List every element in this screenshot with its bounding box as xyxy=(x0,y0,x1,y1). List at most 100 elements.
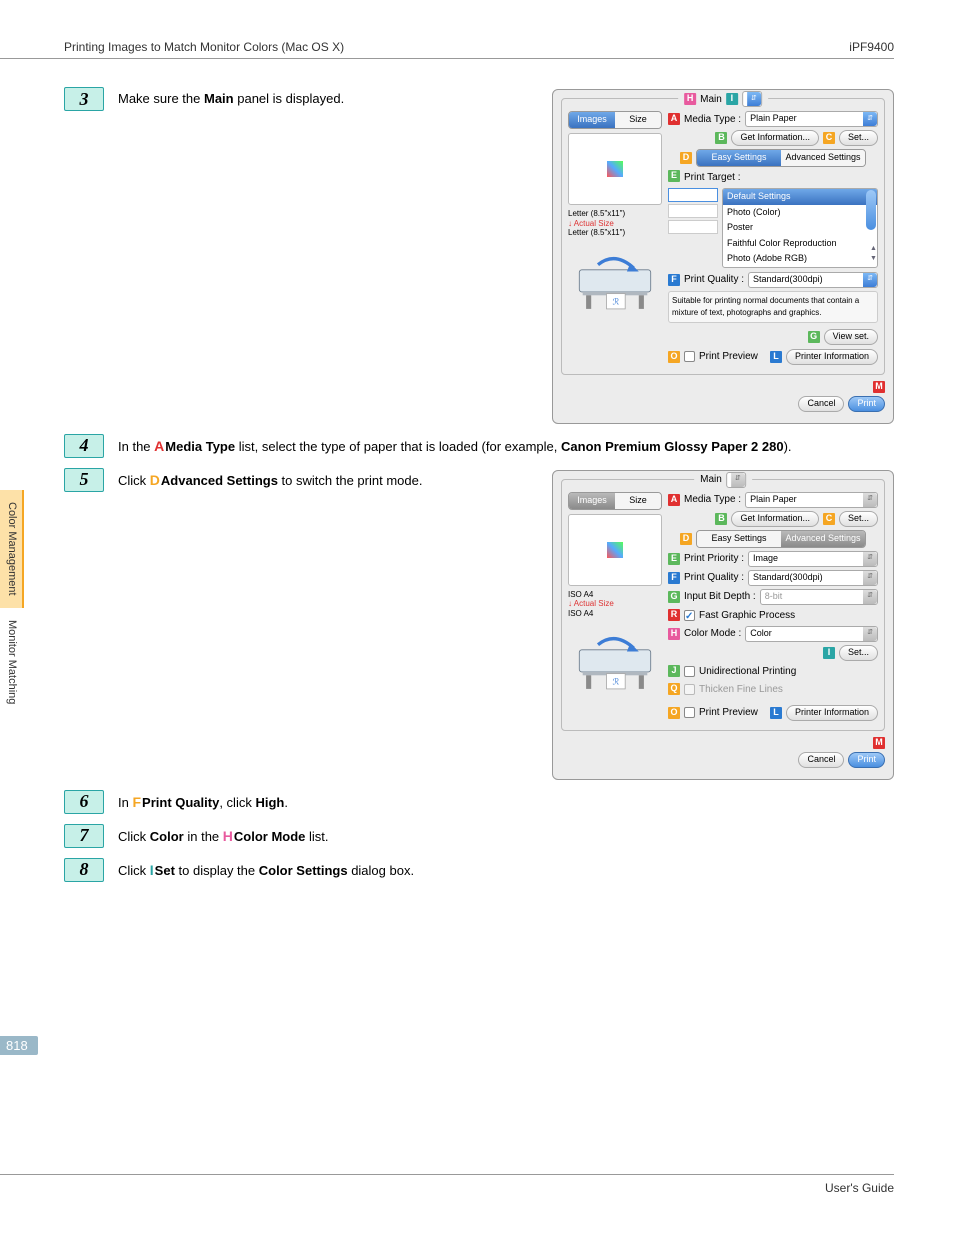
footer-text: User's Guide xyxy=(825,1181,894,1195)
callout-B2: B xyxy=(715,513,727,525)
view-set-button[interactable]: View set. xyxy=(824,329,878,345)
panel-select-2[interactable]: ⇵ xyxy=(726,472,746,488)
callout-M: M xyxy=(873,381,885,393)
callout-H: H xyxy=(684,93,696,105)
callout-C: C xyxy=(823,132,835,144)
side-tab-monitor-matching[interactable]: Monitor Matching xyxy=(0,608,24,716)
scrollbar-thumb[interactable] xyxy=(866,190,876,230)
step-3-text: Make sure the Main panel is displayed. xyxy=(118,89,538,109)
tab-images[interactable]: Images xyxy=(569,112,615,128)
page-number: 818 xyxy=(0,1036,38,1055)
unidirectional-checkbox[interactable] xyxy=(684,666,695,677)
callout-I: I xyxy=(726,93,738,105)
callout-A: A xyxy=(668,113,680,125)
set-button-2[interactable]: Set... xyxy=(839,511,878,527)
step-number-8: 8 xyxy=(64,858,104,882)
step-8: 8 Click ISet to display the Color Settin… xyxy=(64,858,894,882)
step-number-6: 6 xyxy=(64,790,104,814)
screenshot-main-easy: H Main I ⇵ Images Size xyxy=(552,89,894,424)
step-7-text: Click Color in the HColor Mode list. xyxy=(118,824,894,847)
callout-O: O xyxy=(668,351,680,363)
tab-advanced-settings[interactable]: Advanced Settings xyxy=(781,150,865,166)
side-tabs: Color Management Monitor Matching xyxy=(0,490,24,716)
callout-G: G xyxy=(808,331,820,343)
page-thumbnail-2 xyxy=(568,514,662,586)
step-3: 3 Make sure the Main panel is displayed.… xyxy=(64,87,894,424)
print-preview-label: Print Preview xyxy=(699,349,758,364)
step-number-7: 7 xyxy=(64,824,104,848)
callout-B: B xyxy=(715,132,727,144)
callout-R: R xyxy=(668,609,680,621)
print-quality-label-2: Print Quality : xyxy=(684,570,744,585)
side-tab-color-management[interactable]: Color Management xyxy=(0,490,24,608)
callout-F: F xyxy=(668,274,680,286)
print-preview-label-2: Print Preview xyxy=(699,705,758,720)
callout-O2: O xyxy=(668,707,680,719)
panel-title: Main xyxy=(700,92,722,107)
quality-hint: Suitable for printing normal documents t… xyxy=(668,291,878,323)
tab-size-2[interactable]: Size xyxy=(615,493,661,509)
input-bit-depth-select[interactable]: 8-bit⇵ xyxy=(760,589,878,605)
step-5-text: Click DAdvanced Settings to switch the p… xyxy=(118,470,538,491)
unidirectional-label: Unidirectional Printing xyxy=(699,664,796,679)
callout-H2: H xyxy=(668,628,680,640)
tab-easy-settings-2[interactable]: Easy Settings xyxy=(697,531,781,547)
callout-F2: F xyxy=(668,572,680,584)
print-quality-select-2[interactable]: Standard(300dpi)⇵ xyxy=(748,570,878,586)
cancel-button-2[interactable]: Cancel xyxy=(798,752,844,768)
callout-G2: G xyxy=(668,591,680,603)
tab-images-2[interactable]: Images xyxy=(569,493,615,509)
print-button-2[interactable]: Print xyxy=(848,752,885,768)
panel-title-2: Main xyxy=(700,472,722,487)
color-mode-select[interactable]: Color⇵ xyxy=(745,626,878,642)
step-number-4: 4 xyxy=(64,434,104,458)
print-quality-select[interactable]: Standard(300dpi)⇵ xyxy=(748,272,878,288)
callout-C2: C xyxy=(823,513,835,525)
set-button[interactable]: Set... xyxy=(839,130,878,146)
callout-I2: I xyxy=(823,647,835,659)
print-priority-label: Print Priority : xyxy=(684,551,744,566)
page-footer: User's Guide xyxy=(0,1174,894,1195)
printer-illustration: ℛ xyxy=(570,246,660,314)
tab-images-size-2[interactable]: Images Size xyxy=(568,492,662,510)
thicken-checkbox xyxy=(684,684,695,695)
fast-graphic-label: Fast Graphic Process xyxy=(699,608,795,623)
header-left: Printing Images to Match Monitor Colors … xyxy=(64,40,344,54)
callout-Q: Q xyxy=(668,683,680,695)
step-number-5: 5 xyxy=(64,468,104,492)
print-target-list[interactable]: Default Settings Photo (Color) Poster Fa… xyxy=(722,188,878,268)
step-6-text: In FPrint Quality, click High. xyxy=(118,790,894,813)
panel-select[interactable]: ⇵ xyxy=(742,91,762,107)
thicken-label: Thicken Fine Lines xyxy=(699,682,783,697)
tab-easy-settings[interactable]: Easy Settings xyxy=(697,150,781,166)
target-thumbnails xyxy=(668,188,718,268)
print-preview-checkbox[interactable] xyxy=(684,351,695,362)
step-5: 5 Click DAdvanced Settings to switch the… xyxy=(64,468,894,780)
get-information-button-2[interactable]: Get Information... xyxy=(731,511,819,527)
step-8-text: Click ISet to display the Color Settings… xyxy=(118,858,894,881)
printer-info-button-2[interactable]: Printer Information xyxy=(786,705,878,721)
tab-advanced-settings-2[interactable]: Advanced Settings xyxy=(781,531,865,547)
color-mode-label: Color Mode : xyxy=(684,626,741,641)
callout-E: E xyxy=(668,170,680,182)
tab-images-size[interactable]: Images Size xyxy=(568,111,662,129)
media-type-select[interactable]: Plain Paper⇵ xyxy=(745,111,878,127)
paper-size-info-2: ISO A4 ↓ Actual Size ISO A4 xyxy=(568,590,662,619)
step-number-3: 3 xyxy=(64,87,104,111)
callout-L: L xyxy=(770,351,782,363)
callout-J: J xyxy=(668,665,680,677)
print-preview-checkbox-2[interactable] xyxy=(684,707,695,718)
tab-size[interactable]: Size xyxy=(615,112,661,128)
print-priority-select[interactable]: Image⇵ xyxy=(748,551,878,567)
fast-graphic-checkbox[interactable] xyxy=(684,610,695,621)
cancel-button[interactable]: Cancel xyxy=(798,396,844,412)
page-header: Printing Images to Match Monitor Colors … xyxy=(0,40,894,59)
step-7: 7 Click Color in the HColor Mode list. xyxy=(64,824,894,848)
printer-info-button[interactable]: Printer Information xyxy=(786,349,878,365)
media-type-select-2[interactable]: Plain Paper⇵ xyxy=(745,492,878,508)
media-type-label: Media Type : xyxy=(684,112,741,127)
get-information-button[interactable]: Get Information... xyxy=(731,130,819,146)
color-set-button[interactable]: Set... xyxy=(839,645,878,661)
print-button[interactable]: Print xyxy=(848,396,885,412)
callout-L2: L xyxy=(770,707,782,719)
